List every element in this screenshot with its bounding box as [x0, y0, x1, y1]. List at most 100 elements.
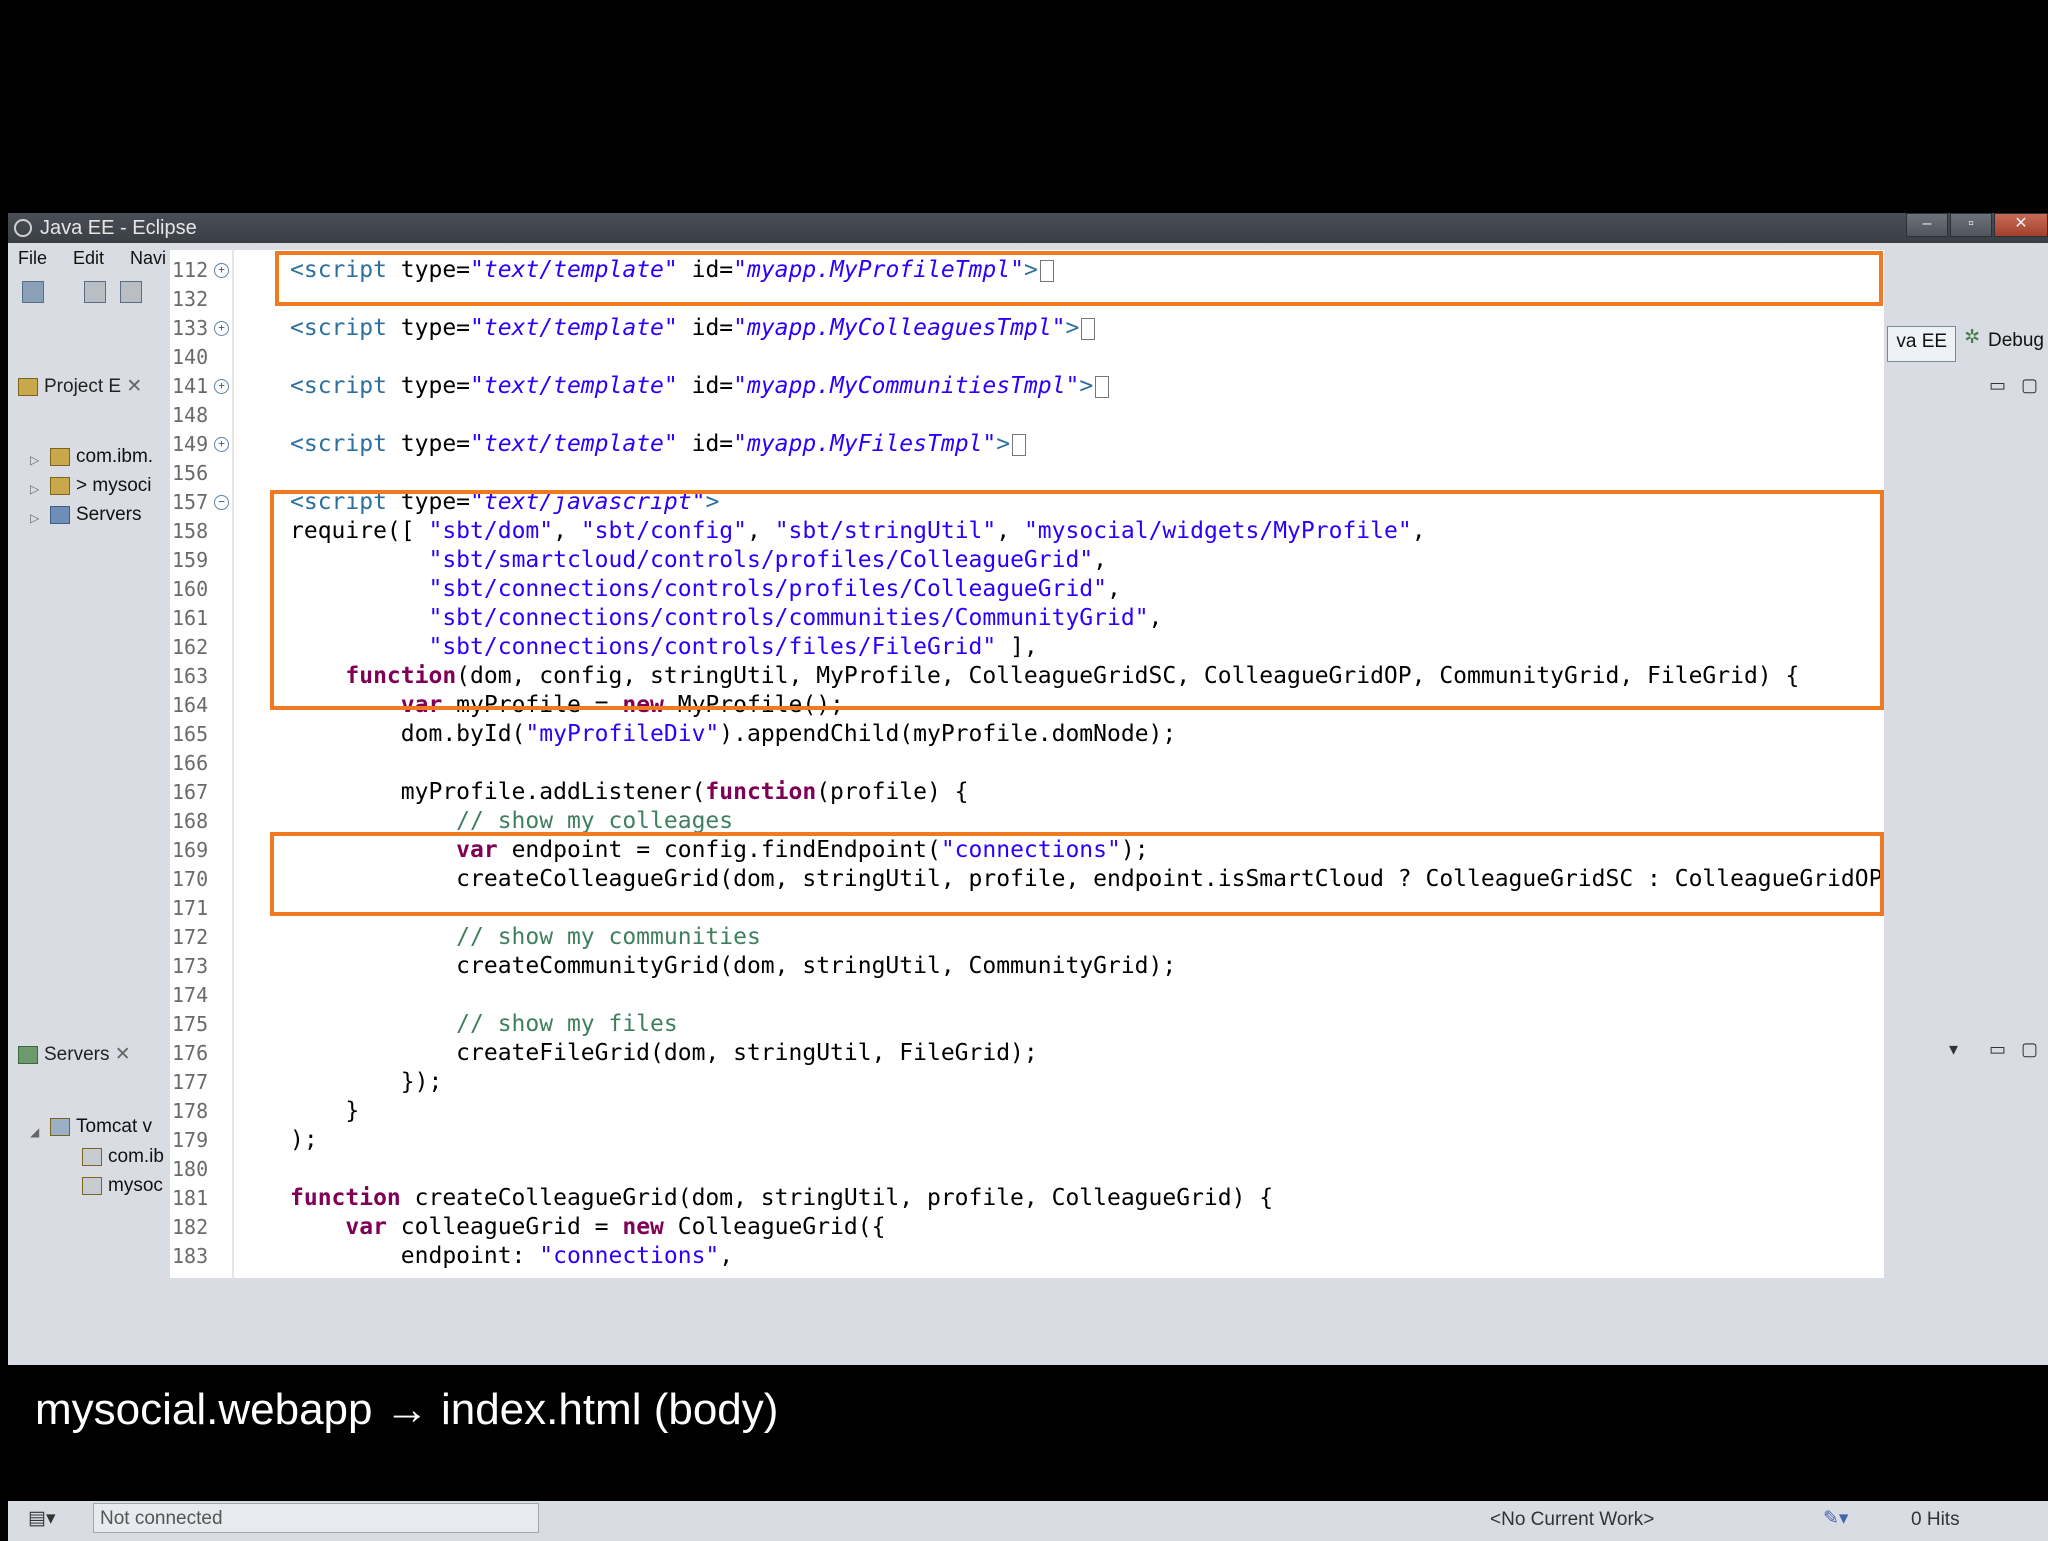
collapsed-block-icon[interactable] — [1095, 375, 1110, 398]
code-line[interactable]: 172 // show my communities — [170, 923, 1884, 952]
tree-item-label: Servers — [76, 504, 142, 525]
servers-tab[interactable]: Servers ✕ — [18, 1043, 131, 1066]
minimize-button[interactable]: – — [1906, 213, 1948, 237]
status-bar: ▤▾ Not connected <No Current Work> ✎▾ 0 … — [8, 1501, 2048, 1541]
expand-icon[interactable]: ▷ — [30, 482, 39, 496]
code-text: function createColleagueGrid(dom, string… — [290, 1184, 1273, 1213]
spellcheck-icon[interactable]: ✎▾ — [1823, 1507, 1848, 1530]
line-number: 166 — [172, 751, 209, 775]
code-token: > — [996, 431, 1011, 457]
code-line[interactable]: 175 // show my files — [170, 1010, 1884, 1039]
line-number: 182 — [172, 1215, 209, 1239]
close-button[interactable]: ✕ — [1994, 213, 2048, 237]
code-line[interactable]: 141 + <script type="text/template" id="mya… — [170, 372, 1884, 401]
collapse-icon[interactable]: ◢ — [30, 1125, 39, 1139]
window-controls: – ▫ ✕ — [1904, 213, 2048, 239]
view-menu-icon[interactable]: ▾ — [1949, 1039, 1958, 1060]
tree-item-label: Tomcat v — [76, 1116, 153, 1137]
line-number: 161 — [172, 606, 209, 630]
menu-navigate[interactable]: Navi — [130, 243, 166, 273]
code-line[interactable]: 174 — [170, 981, 1884, 1010]
line-number: 140 — [172, 345, 209, 369]
code-text: createCommunityGrid(dom, stringUtil, Com… — [290, 952, 1176, 981]
code-line[interactable]: 173 createCommunityGrid(dom, stringUtil,… — [170, 952, 1884, 981]
line-number: 167 — [172, 780, 209, 804]
server-tomcat[interactable]: Tomcat v — [50, 1116, 152, 1138]
menu-edit[interactable]: Edit — [73, 243, 104, 273]
menu-file[interactable]: File — [18, 243, 47, 273]
code-editor[interactable]: 112 + <script type="text/template" id="mya… — [170, 250, 1884, 1278]
code-token: // show my files — [456, 1011, 678, 1037]
fold-collapse-icon[interactable]: − — [214, 495, 229, 510]
fold-expand-icon[interactable]: + — [214, 437, 229, 452]
code-line[interactable]: 165 dom.byId("myProfileDiv").appendChild… — [170, 720, 1884, 749]
minimize-view-icon[interactable]: ▭ — [1989, 1039, 2006, 1060]
code-line[interactable]: 167 myProfile.addListener(function(profi… — [170, 778, 1884, 807]
code-token: endpoint: — [290, 1243, 540, 1269]
code-line[interactable]: 181 function createColleagueGrid(dom, str… — [170, 1184, 1884, 1213]
fold-expand-icon[interactable]: + — [214, 321, 229, 336]
code-token: "myProfileDiv" — [525, 721, 720, 747]
collapsed-block-icon[interactable] — [1012, 433, 1027, 456]
code-text: } — [290, 1097, 359, 1126]
code-line[interactable]: 182 var colleagueGrid = new ColleagueGri… — [170, 1213, 1884, 1242]
code-line[interactable]: 178 } — [170, 1097, 1884, 1126]
expand-icon[interactable]: ▷ — [30, 511, 39, 525]
code-line[interactable]: 177 }); — [170, 1068, 1884, 1097]
save-icon[interactable] — [84, 281, 106, 303]
tree-item-com-ibm[interactable]: com.ibm. — [50, 446, 153, 468]
maximize-view-icon[interactable]: ▢ — [2021, 375, 2038, 396]
new-icon[interactable] — [22, 281, 44, 303]
code-line[interactable]: 166 — [170, 749, 1884, 778]
code-token: <script — [290, 431, 401, 457]
code-line[interactable]: 140 — [170, 343, 1884, 372]
code-token: } — [290, 1098, 360, 1124]
code-token: createFileGrid(dom, stringUtil, FileGrid… — [290, 1040, 1038, 1066]
code-token: ColleagueGrid({ — [663, 1214, 886, 1240]
close-icon[interactable]: ✕ — [115, 1044, 131, 1065]
project-explorer-tab[interactable]: Project E ✕ — [18, 375, 142, 398]
line-number: 165 — [172, 722, 209, 746]
code-text: }); — [290, 1068, 443, 1097]
tree-item-servers[interactable]: Servers — [50, 504, 141, 526]
tree-item-mysocial[interactable]: > mysoci — [50, 475, 152, 497]
code-text: createFileGrid(dom, stringUtil, FileGrid… — [290, 1039, 1038, 1068]
code-line[interactable]: 148 — [170, 401, 1884, 430]
code-line[interactable]: 180 — [170, 1155, 1884, 1184]
maximize-button[interactable]: ▫ — [1950, 213, 1992, 237]
fold-expand-icon[interactable]: + — [214, 379, 229, 394]
expand-icon[interactable]: ▷ — [30, 453, 39, 467]
code-token: (profile) { — [816, 779, 969, 805]
connection-status: Not connected — [93, 1503, 539, 1533]
close-icon[interactable]: ✕ — [126, 376, 142, 397]
server-module-com-ib[interactable]: com.ib — [82, 1146, 164, 1168]
debug-icon: ✲ — [1964, 327, 1980, 348]
maximize-view-icon[interactable]: ▢ — [2021, 1039, 2038, 1060]
collapsed-block-icon[interactable] — [1081, 317, 1096, 340]
server-module-mysoc[interactable]: mysoc — [82, 1175, 163, 1197]
servers-label: Servers — [44, 1044, 110, 1065]
perspective-debug[interactable]: Debug — [1984, 326, 2048, 362]
connection-icon[interactable]: ▤▾ — [28, 1507, 56, 1530]
code-line[interactable]: 176 createFileGrid(dom, stringUtil, File… — [170, 1039, 1884, 1068]
code-token: colleagueGrid = — [386, 1214, 623, 1240]
tree-item-label: com.ib — [108, 1146, 164, 1167]
code-token: }); — [290, 1069, 443, 1095]
code-token: "myapp.MyCommunitiesTmpl" — [733, 373, 1080, 399]
code-line[interactable]: 179); — [170, 1126, 1884, 1155]
code-line[interactable]: 156 — [170, 459, 1884, 488]
fold-expand-icon[interactable]: + — [214, 263, 229, 278]
code-line[interactable]: 133 + <script type="text/template" id="mya… — [170, 314, 1884, 343]
save-all-icon[interactable] — [120, 281, 142, 303]
code-line[interactable]: 149 + <script type="text/template" id="mya… — [170, 430, 1884, 459]
code-token: function — [290, 1185, 401, 1211]
title-bar: Java EE - Eclipse – ▫ ✕ — [8, 213, 2048, 243]
minimize-view-icon[interactable]: ▭ — [1989, 375, 2006, 396]
perspective-java-ee[interactable]: va EE — [1887, 326, 1957, 362]
servers-icon — [18, 1045, 38, 1064]
module-icon — [82, 1176, 102, 1195]
code-line[interactable]: 183 endpoint: "connections", — [170, 1242, 1884, 1271]
code-token: createCommunityGrid(dom, stringUtil, Com… — [290, 953, 1177, 979]
code-token: "myapp.MyColleaguesTmpl" — [733, 315, 1066, 341]
